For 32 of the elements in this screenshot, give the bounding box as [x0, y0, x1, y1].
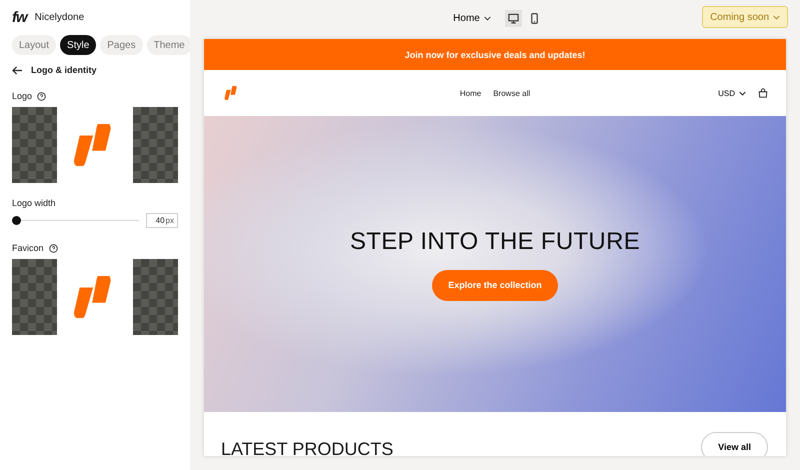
section-title: Logo & identity	[31, 65, 96, 75]
field-label: Logo width	[12, 198, 56, 208]
caret-icon	[773, 14, 780, 20]
currency-selector[interactable]: USD	[718, 88, 746, 98]
back-arrow-icon[interactable]	[12, 66, 23, 74]
bag-icon[interactable]	[758, 88, 768, 98]
tab[interactable]: Theme	[146, 35, 192, 55]
tab[interactable]: Style	[60, 35, 96, 55]
phone-icon	[528, 12, 540, 24]
hero-title: STEP INTO THE FUTURE	[350, 228, 640, 256]
help-icon[interactable]	[37, 92, 46, 100]
width-input[interactable]: 40px	[146, 213, 178, 228]
brand-logo: fw	[12, 8, 27, 26]
nav-link[interactable]: Home	[460, 88, 482, 98]
site-logo-icon[interactable]	[224, 86, 239, 100]
desktop-view-button[interactable]	[504, 10, 522, 26]
field-label: Favicon	[12, 243, 44, 253]
help-icon[interactable]	[48, 244, 58, 252]
page-selector[interactable]: Home	[447, 12, 497, 24]
nav-link[interactable]: Browse all	[493, 88, 530, 98]
monitor-icon	[508, 12, 519, 24]
view-all-button[interactable]: View all	[701, 432, 768, 456]
section-heading: LATEST PRODUCTS	[221, 440, 394, 456]
slider-thumb[interactable]	[12, 216, 21, 225]
tab[interactable]: Pages	[100, 35, 143, 55]
field-label: Logo	[12, 91, 32, 101]
tab[interactable]: Layout	[12, 35, 56, 55]
caret-icon	[484, 16, 491, 20]
announcement-text: Join now for exclusive deals and updates!	[404, 50, 586, 60]
brand-name: Nicelydone	[34, 12, 84, 22]
width-slider[interactable]	[12, 216, 139, 225]
caret-icon	[739, 90, 746, 96]
